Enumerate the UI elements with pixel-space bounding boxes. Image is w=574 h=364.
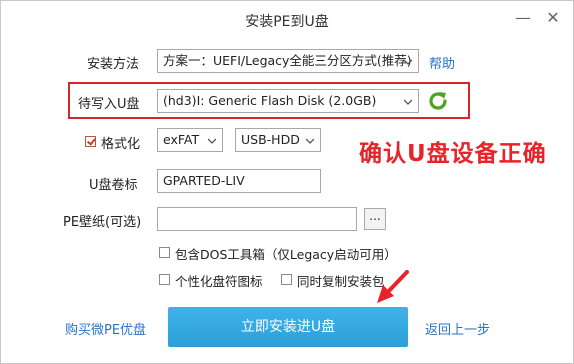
filesystem-value: exFAT (163, 132, 200, 147)
format-label: 格式化 (101, 137, 141, 152)
custom-icon-label: 个性化盘符图标 (175, 274, 263, 289)
confirm-device-annotation: 确认U盘设备正确 (359, 141, 547, 167)
dos-tools-label: 包含DOS工具箱（仅Legacy启动可用） (175, 247, 397, 262)
boot-mode-select[interactable]: USB-HDD (235, 128, 321, 152)
browse-button[interactable]: ... (364, 208, 386, 230)
custom-icon-checkbox[interactable] (159, 274, 170, 285)
back-link[interactable]: 返回上一步 (425, 319, 490, 338)
boot-mode-value: USB-HDD (241, 132, 300, 147)
target-disk-label: 待写入U盘 (78, 97, 140, 112)
install-to-usb-button[interactable]: 立即安装进U盘 (168, 307, 408, 347)
install-method-value: 方案一：UEFI/Legacy全能三分区方式(推荐) (163, 53, 412, 68)
filesystem-select[interactable]: exFAT (157, 128, 223, 152)
title-bar: 安装PE到U盘 — ✕ (1, 1, 573, 35)
chevron-down-icon (306, 138, 314, 144)
install-method-label: 安装方法 (87, 57, 140, 72)
chevron-down-icon (404, 59, 412, 65)
arrow-annotation-icon (377, 270, 409, 303)
help-link[interactable]: 帮助 (429, 53, 455, 72)
install-method-select[interactable]: 方案一：UEFI/Legacy全能三分区方式(推荐) (157, 49, 419, 73)
close-icon[interactable]: ✕ (541, 7, 565, 29)
volume-label-label: U盘卷标 (89, 178, 138, 193)
target-disk-select[interactable]: (hd3)I: Generic Flash Disk (2.0GB) (157, 89, 419, 113)
format-checkbox[interactable] (85, 136, 96, 147)
window-title: 安装PE到U盘 (245, 14, 329, 30)
copy-package-checkbox[interactable] (281, 274, 292, 285)
refresh-icon[interactable] (426, 89, 450, 113)
volume-label-input[interactable]: GPARTED-LIV (157, 169, 321, 193)
wallpaper-label: PE壁纸(可选) (63, 215, 142, 230)
wallpaper-input[interactable] (157, 207, 357, 231)
target-disk-value: (hd3)I: Generic Flash Disk (2.0GB) (163, 93, 377, 108)
buy-usb-link[interactable]: 购买微PE优盘 (65, 319, 146, 338)
chevron-down-icon (404, 99, 412, 105)
minimize-icon[interactable]: — (511, 7, 535, 29)
dos-tools-checkbox[interactable] (159, 247, 170, 258)
chevron-down-icon (208, 138, 216, 144)
copy-package-label: 同时复制安装包 (297, 274, 385, 289)
installer-window: 安装PE到U盘 — ✕ 安装方法 方案一：UEFI/Legacy全能三分区方式(… (0, 0, 574, 364)
